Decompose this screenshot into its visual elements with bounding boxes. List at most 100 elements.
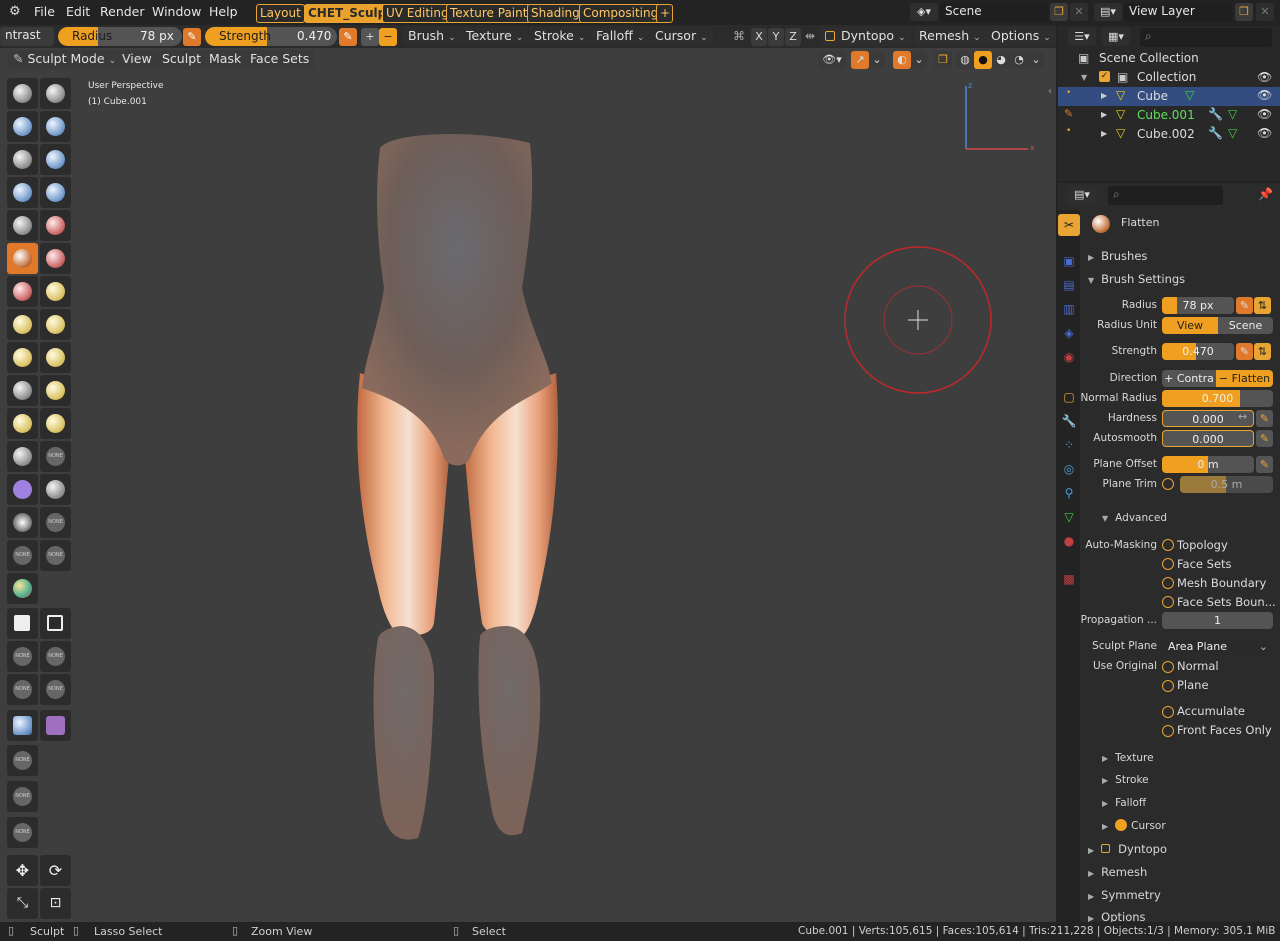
tool-none-8[interactable]: NONE (40, 674, 71, 705)
automask-face-sets-boundary-checkbox[interactable] (1162, 596, 1174, 608)
tool-snake-hook[interactable] (40, 342, 71, 373)
plane-offset-pressure-icon[interactable]: ✎ (1256, 456, 1273, 473)
tool-none-5[interactable]: NONE (7, 641, 38, 672)
cursor-toggle-icon[interactable] (1115, 819, 1128, 831)
radius-unit-lock-icon[interactable]: ⇅ (1254, 297, 1271, 314)
tool-pose[interactable] (40, 375, 71, 406)
scene-tab-icon[interactable]: ◈ (1058, 322, 1080, 344)
3d-viewport[interactable]: User Perspective (1) Cube.001 z x ‹ (0, 48, 1056, 922)
plane-trim-field[interactable]: 0.5 m (1180, 476, 1273, 493)
scene-collection-label[interactable]: Scene Collection (1099, 51, 1199, 65)
brushes-panel[interactable]: ▶ Brushes (1088, 249, 1147, 263)
tab-shading[interactable]: Shading (527, 4, 584, 23)
scene-name-field[interactable]: Scene (940, 3, 1048, 22)
move-tool-icon[interactable]: ✥ (7, 855, 38, 886)
autosmooth-field[interactable]: 0.000 (1162, 430, 1254, 447)
tool-boundary[interactable] (7, 474, 38, 505)
output-tab-icon[interactable]: ▤ (1058, 274, 1080, 296)
modifier-tab-icon[interactable]: 🔧 (1058, 410, 1080, 432)
tool-rotate[interactable] (40, 408, 71, 439)
brush-settings-panel[interactable]: ▼ Brush Settings (1088, 272, 1185, 286)
tool-blob[interactable] (40, 177, 71, 208)
symmetry-panel[interactable]: ▶ Symmetry (1088, 888, 1161, 902)
constraints-tab-icon[interactable]: ⚲ (1058, 482, 1080, 504)
tab-uv-editing[interactable]: UV Editing (382, 4, 453, 23)
rotate-tool-icon[interactable]: ⟳ (40, 855, 71, 886)
use-original-normal-checkbox[interactable] (1162, 661, 1174, 673)
world-tab-icon[interactable]: ◉ (1058, 346, 1080, 368)
solid-shading-icon[interactable]: ● (974, 51, 992, 69)
tab-compositing[interactable]: Compositing (579, 4, 663, 23)
tool-none-9[interactable]: NONE (7, 745, 38, 776)
view-layer-close-icon[interactable]: ✕ (1256, 3, 1274, 21)
automask-topology-checkbox[interactable] (1162, 539, 1174, 551)
sidebar-toggle-icon[interactable]: ‹ (1048, 86, 1052, 97)
outliner-row-cube[interactable]: • ▶ ▽ Cube ▽ 👁 (1058, 87, 1280, 106)
visibility-icon[interactable]: 👁 (1257, 107, 1272, 121)
use-original-plane-checkbox[interactable] (1162, 680, 1174, 692)
tool-none-6[interactable]: NONE (40, 641, 71, 672)
radius-unit-view[interactable]: View (1162, 317, 1218, 334)
hardness-invert-icon[interactable]: ↔ (1238, 410, 1247, 423)
properties-search-input[interactable]: ⌕ (1108, 186, 1223, 205)
texture-menu[interactable]: Texture ⌄ (461, 27, 529, 46)
visibility-icon[interactable]: 👁 (1257, 88, 1272, 102)
tool-clay-strips[interactable] (40, 111, 71, 142)
physics-tab-icon[interactable]: ◎ (1058, 458, 1080, 480)
collection-label[interactable]: Collection (1137, 70, 1196, 84)
tab-layout[interactable]: Layout (256, 4, 305, 23)
front-faces-only-checkbox[interactable] (1162, 725, 1174, 737)
view-object-types-icon[interactable]: 👁▾ (818, 51, 846, 69)
overlays-toggle-icon[interactable]: ◐ (893, 51, 911, 69)
tool-simplify[interactable] (7, 507, 38, 538)
material-tab-icon[interactable]: ● (1058, 530, 1080, 552)
radius-unit-scene[interactable]: Scene (1218, 317, 1273, 334)
tool-box-mask[interactable] (7, 608, 38, 639)
tool-none-4[interactable]: NONE (40, 540, 71, 571)
dyntopo-checkbox[interactable] (825, 31, 835, 41)
accumulate-checkbox[interactable] (1162, 706, 1174, 718)
hardness-pressure-icon[interactable]: ✎ (1256, 410, 1273, 427)
expand-icon[interactable]: ▶ (1101, 91, 1107, 100)
view-menu[interactable]: View (117, 50, 157, 69)
plane-trim-checkbox[interactable] (1162, 478, 1174, 490)
expand-icon[interactable]: ▶ (1101, 110, 1107, 119)
falloff-menu[interactable]: Falloff ⌄ (591, 27, 650, 46)
autosmooth-pressure-icon[interactable]: ✎ (1256, 430, 1273, 447)
tool-scrape[interactable] (7, 276, 38, 307)
face-sets-menu[interactable]: Face Sets (245, 50, 315, 69)
direction-flatten-button[interactable]: − Flatten (1216, 370, 1273, 387)
tool-draw-face-sets[interactable] (7, 573, 38, 604)
overlays-dropdown-icon[interactable]: ⌄ (911, 51, 927, 69)
brush-menu[interactable]: Brush ⌄ (403, 27, 461, 46)
cursor-subpanel[interactable]: ▶ Cursor (1102, 819, 1166, 832)
advanced-panel[interactable]: ▼ Advanced (1102, 512, 1167, 524)
collection-visibility-icon[interactable]: 👁 (1257, 70, 1272, 84)
tool-slide-relax[interactable] (7, 441, 38, 472)
view-layer-selector-icon[interactable]: ▤▾ (1094, 3, 1122, 21)
dyntopo-enable-checkbox[interactable] (1101, 844, 1111, 853)
tool-none-3[interactable]: NONE (7, 540, 38, 571)
outliner-search-input[interactable]: ⌕ (1140, 28, 1272, 47)
tool-thumb[interactable] (7, 375, 38, 406)
view-layer-tab-icon[interactable]: ▥ (1058, 298, 1080, 320)
editor-type-icon[interactable]: ☰▾ (1068, 28, 1096, 46)
automask-mesh-boundary-checkbox[interactable] (1162, 577, 1174, 589)
tab-texture-paint[interactable]: Texture Paint (446, 4, 532, 23)
tool-none-1[interactable]: NONE (40, 441, 71, 472)
xray-toggle-icon[interactable]: ❐ (934, 51, 952, 69)
tool-draw[interactable] (7, 78, 38, 109)
properties-editor-type-icon[interactable]: ▤▾ (1068, 186, 1096, 204)
tool-draw-sharp[interactable] (40, 78, 71, 109)
display-mode-icon[interactable]: ▦▾ (1102, 28, 1130, 46)
menu-file[interactable]: File (34, 4, 55, 19)
object-tab-icon[interactable]: ▢ (1058, 386, 1080, 408)
view-layer-name-field[interactable]: View Layer (1124, 3, 1232, 22)
tool-none-11[interactable]: NONE (7, 817, 38, 848)
strength-lock-icon[interactable]: ⇅ (1254, 343, 1271, 360)
menu-edit[interactable]: Edit (66, 4, 90, 19)
data-tab-icon[interactable]: ▽ (1058, 506, 1080, 528)
strength-slider[interactable]: Strength 0.470 (205, 27, 337, 46)
gizmo-dropdown-icon[interactable]: ⌄ (869, 51, 885, 69)
direction-contrast-button[interactable]: + Contra (1162, 370, 1216, 387)
